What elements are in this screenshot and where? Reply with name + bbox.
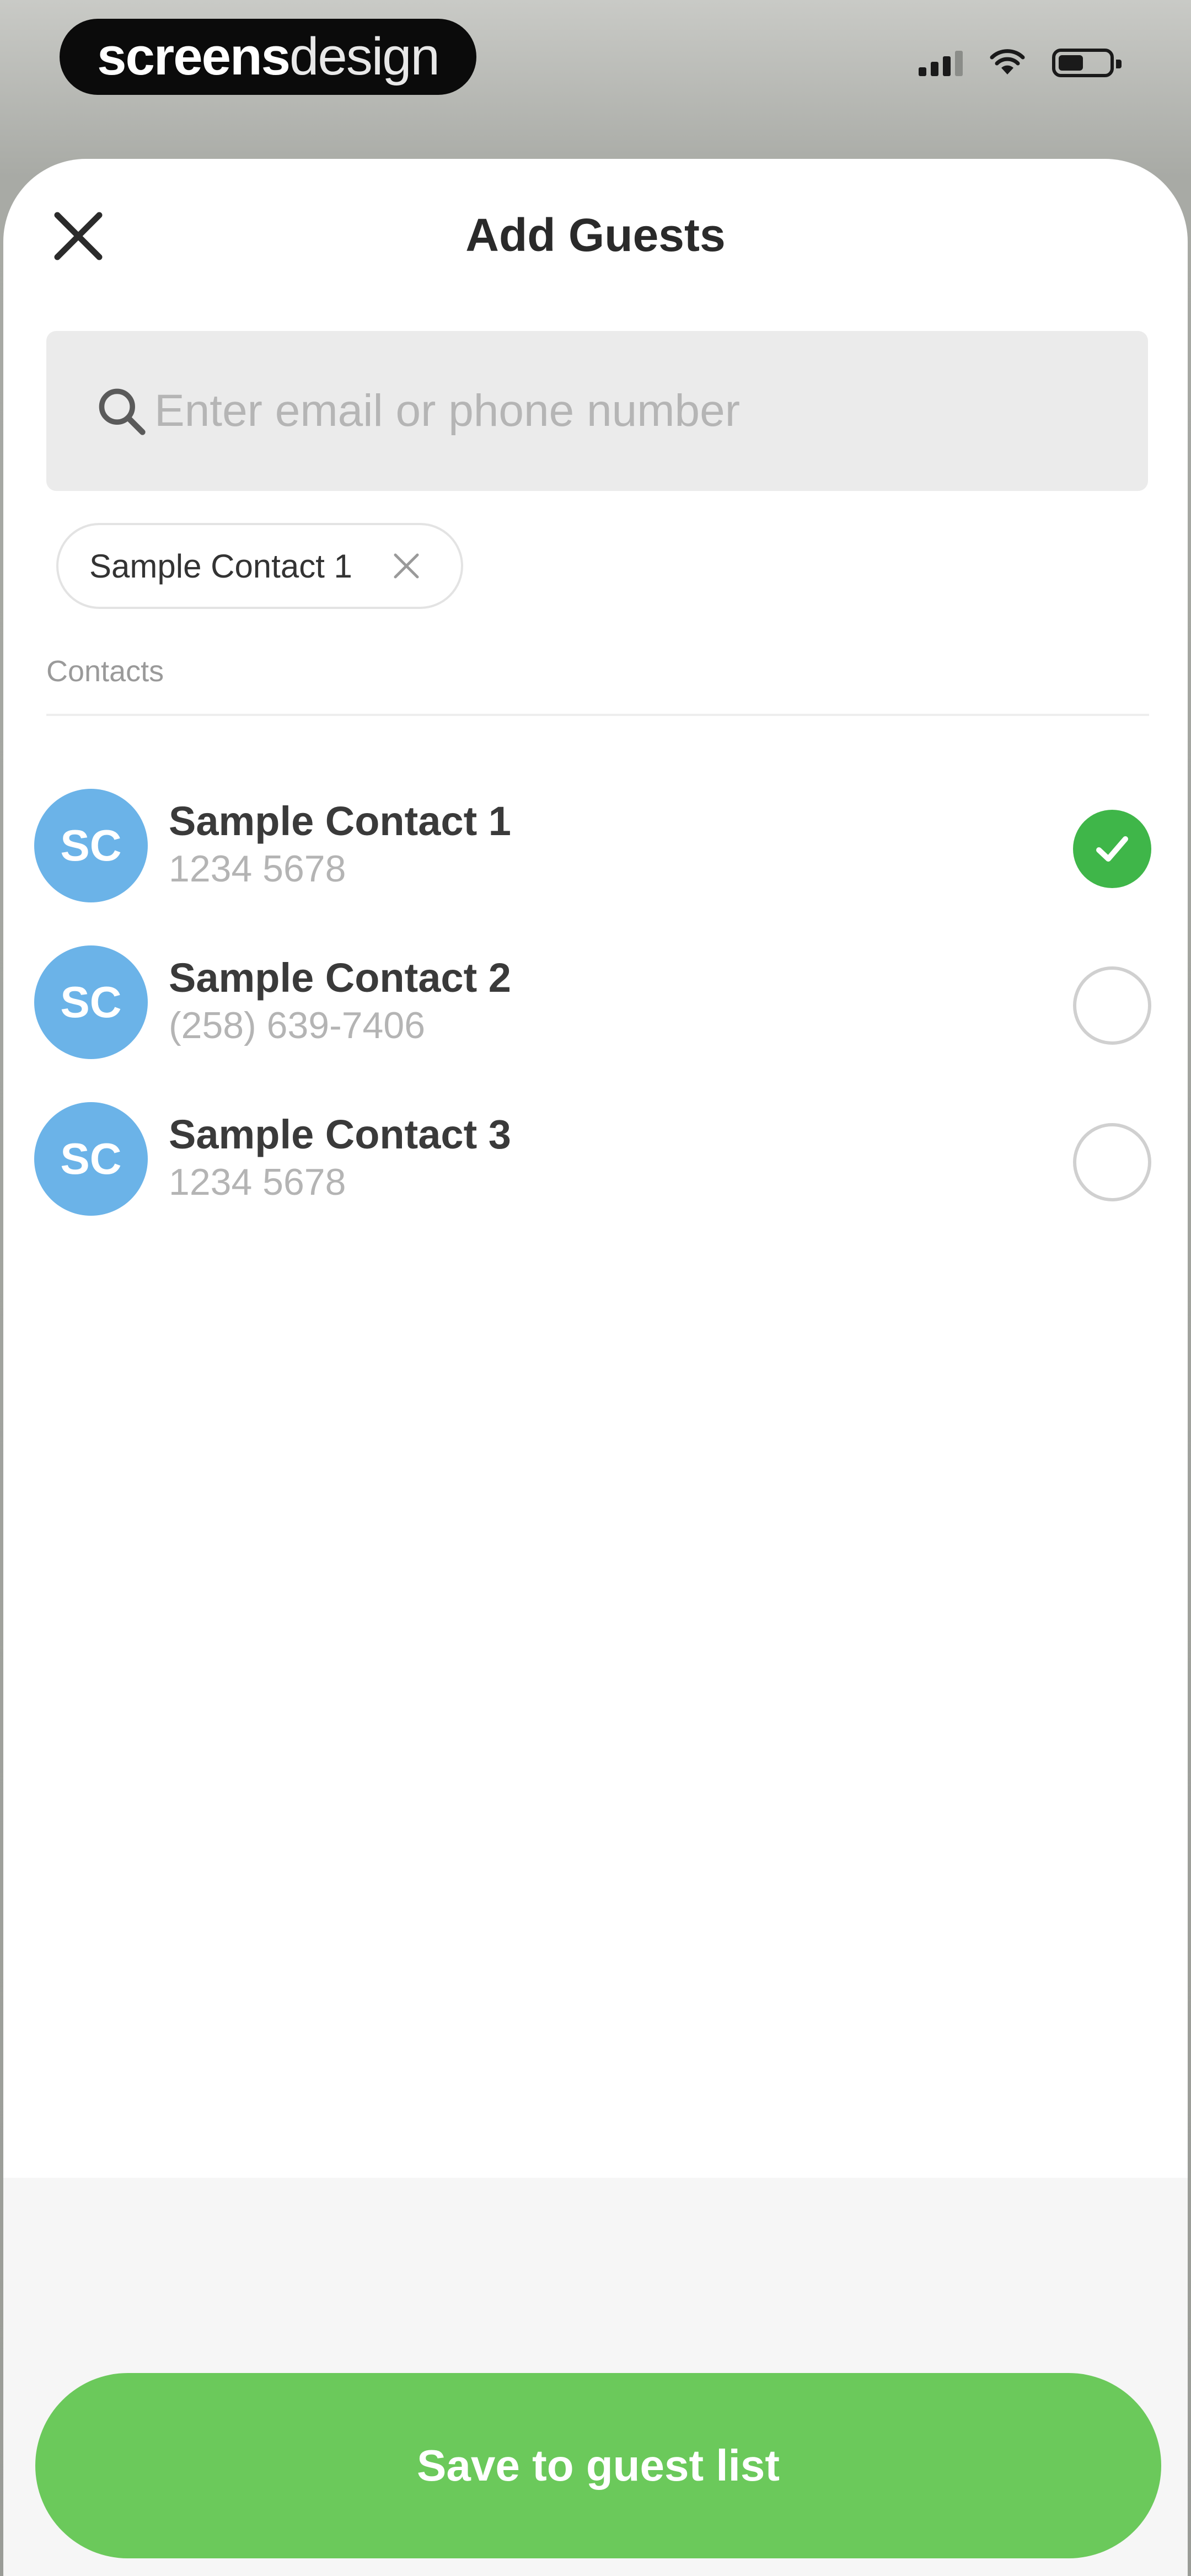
selected-guest-chip[interactable]: Sample Contact 1 [56, 523, 463, 609]
brand-logo-light: design [289, 27, 440, 86]
search-icon [99, 388, 146, 435]
avatar: SC [34, 789, 148, 902]
contact-row[interactable]: SC Sample Contact 2 (258) 639-7406 [3, 922, 1188, 1079]
avatar: SC [34, 1102, 148, 1216]
select-checkbox[interactable] [1073, 966, 1151, 1045]
contact-list: SC Sample Contact 1 1234 5678 SC Sample … [3, 766, 1188, 1236]
brand-logo: screens design [60, 19, 476, 95]
footer: Save to guest list [3, 2178, 1188, 2576]
status-icons [919, 49, 1122, 77]
save-to-guest-list-button[interactable]: Save to guest list [35, 2373, 1161, 2558]
cellular-signal-icon [919, 50, 963, 76]
contact-row[interactable]: SC Sample Contact 1 1234 5678 [3, 766, 1188, 922]
avatar: SC [34, 945, 148, 1059]
checkmark-icon [1096, 836, 1128, 862]
contact-phone: (258) 639-7406 [169, 1004, 426, 1046]
sheet-header: Add Guests [3, 159, 1188, 313]
page-title: Add Guests [465, 209, 726, 261]
contacts-section-label: Contacts [46, 655, 164, 688]
search-box[interactable] [46, 331, 1148, 491]
contact-name: Sample Contact 1 [169, 798, 511, 844]
add-guests-sheet: Add Guests Sample Contact 1 Contacts SC … [3, 159, 1188, 2576]
contact-name: Sample Contact 3 [169, 1111, 511, 1157]
select-checkbox[interactable] [1073, 810, 1151, 888]
close-icon [394, 553, 419, 579]
section-divider [46, 714, 1149, 716]
battery-icon [1052, 49, 1122, 77]
contact-name: Sample Contact 2 [169, 955, 511, 1001]
brand-logo-bold: screens [97, 27, 291, 86]
contact-phone: 1234 5678 [169, 1161, 346, 1203]
chip-label: Sample Contact 1 [89, 547, 352, 585]
search-input[interactable] [153, 384, 1137, 437]
wifi-icon [990, 49, 1025, 74]
chip-remove-button[interactable] [387, 546, 426, 586]
contact-row[interactable]: SC Sample Contact 3 1234 5678 [3, 1079, 1188, 1236]
select-checkbox[interactable] [1073, 1123, 1151, 1201]
status-bar: screens design [0, 0, 1191, 160]
contact-phone: 1234 5678 [169, 848, 346, 890]
